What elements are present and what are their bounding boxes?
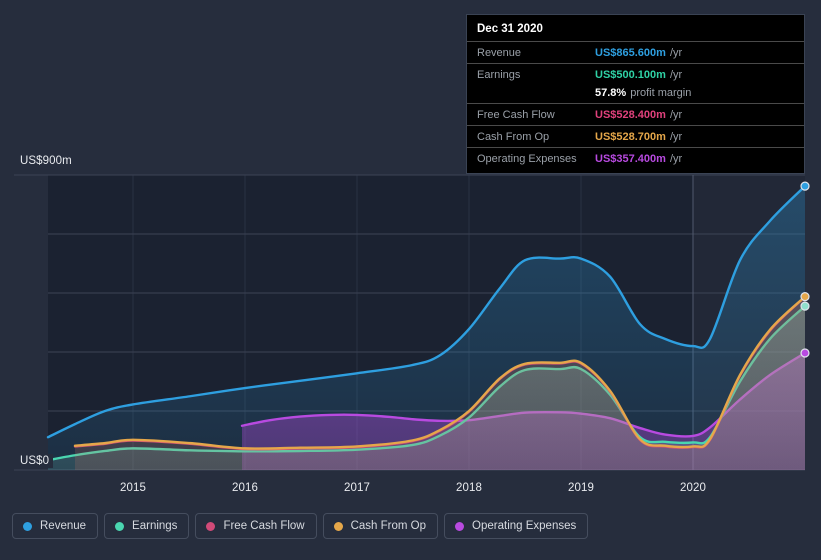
tooltip-row: 57.8% profit margin [467,85,804,103]
x-axis-tick-2017: 2017 [344,482,370,494]
tooltip-row-label: Free Cash Flow [477,108,555,121]
tooltip-row: Revenue US$865.600m/yr [467,41,804,63]
tooltip-row-value: US$500.100m [595,68,666,81]
tooltip-date-title: Dec 31 2020 [477,23,543,35]
tooltip-row-suffix: /yr [669,108,683,121]
chart-legend: Revenue Earnings Free Cash Flow Cash From O… [12,513,589,539]
y-axis-min-label: US$0 [18,454,54,468]
tooltip-row-label: Earnings [477,68,521,81]
y-axis-max-label: US$900m [18,154,76,168]
endpoint-marker-revenue [800,181,810,191]
legend-item-earnings[interactable]: Earnings [104,513,190,539]
legend-color-dot-icon [206,521,216,531]
chart-page: US$900m US$0 2015 2016 2017 2018 2019 2020 De… [0,0,821,560]
tooltip-row-value: US$528.400m [595,108,666,121]
x-axis-tick-2018: 2018 [456,482,482,494]
legend-item-label: Cash From Op [350,520,427,532]
legend-item-revenue[interactable]: Revenue [12,513,99,539]
legend-item-label: Earnings [132,520,178,532]
endpoint-marker-cash-from-op [800,292,810,302]
tooltip-row: Free Cash Flow US$528.400m/yr [467,103,804,125]
tooltip-row-value: 57.8% [595,86,627,99]
tooltip-rows: Revenue US$865.600m/yr Earnings US$500.100m… [467,41,804,169]
chart-tooltip: Dec 31 2020 Revenue US$865.600m/yr Earning… [466,14,805,174]
legend-color-dot-icon [23,521,32,531]
tooltip-row: Cash From Op US$528.700m/yr [467,125,804,147]
endpoint-marker-operating-expenses [800,348,810,358]
tooltip-row-label: Revenue [477,46,522,59]
tooltip-row-value: US$528.700m [595,130,666,143]
legend-color-dot-icon [455,521,465,531]
x-axis-tick-2020: 2020 [680,482,706,494]
legend-item-label: Free Cash Flow [223,520,305,532]
legend-color-dot-icon [115,521,125,531]
tooltip-row-suffix: /yr [669,152,683,165]
endpoint-marker-earnings [800,301,810,311]
legend-item-cash-from-op[interactable]: Cash From Op [322,513,439,539]
legend-item-label: Revenue [40,520,87,532]
legend-item-label: Operating Expenses [472,520,577,532]
tooltip-row-value: US$865.600m [595,46,666,59]
tooltip-row-suffix: profit margin [630,86,692,99]
x-axis-tick-2019: 2019 [568,482,594,494]
tooltip-row-label: Cash From Op [477,130,550,143]
tooltip-row-suffix: /yr [669,130,683,143]
legend-item-operating-expenses[interactable]: Operating Expenses [444,513,589,539]
x-axis-tick-2016: 2016 [232,482,258,494]
tooltip-row-suffix: /yr [669,46,683,59]
tooltip-row: Operating Expenses US$357.400m/yr [467,147,804,169]
tooltip-row-suffix: /yr [669,68,683,81]
tooltip-row: Earnings US$500.100m/yr [467,63,804,85]
tooltip-row-label: Operating Expenses [477,152,577,165]
legend-color-dot-icon [333,521,343,531]
x-axis-tick-2015: 2015 [120,482,146,494]
tooltip-row-value: US$357.400m [595,152,666,165]
legend-item-free-cash-flow[interactable]: Free Cash Flow [195,513,317,539]
